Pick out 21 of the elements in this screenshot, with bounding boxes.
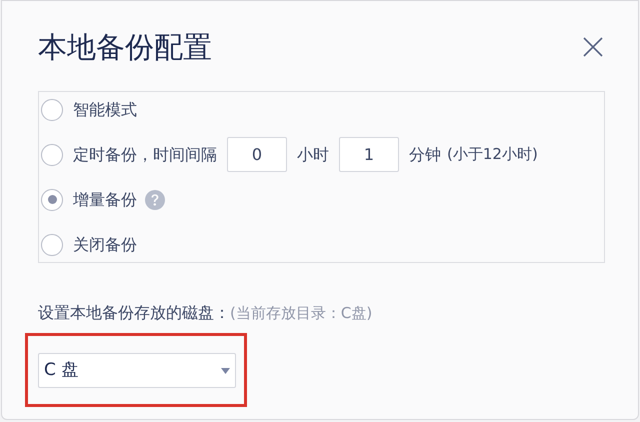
help-icon[interactable] xyxy=(145,190,165,210)
disk-dropdown[interactable]: C 盘 xyxy=(38,353,236,388)
unit-label: 分钟 xyxy=(409,144,441,166)
radio-button[interactable] xyxy=(41,234,63,256)
radio-button[interactable] xyxy=(41,144,63,166)
unit-label: 小时 xyxy=(297,144,329,166)
note-text: (小于12小时) xyxy=(447,144,538,166)
current-directory-text: (当前存放目录：C盘) xyxy=(230,302,372,324)
close-icon[interactable] xyxy=(582,36,604,58)
option-label: 增量备份 xyxy=(73,188,137,210)
dropdown-value: C 盘 xyxy=(44,358,78,382)
disk-label: 设置本地备份存放的磁盘： xyxy=(38,302,230,324)
dialog-title: 本地备份配置 xyxy=(38,29,212,66)
option-label: 定时备份，时间间隔 xyxy=(73,144,217,166)
hours-field[interactable]: 0 xyxy=(227,137,287,172)
radio-button[interactable] xyxy=(41,188,63,210)
radio-button[interactable] xyxy=(41,98,63,120)
minutes-field[interactable]: 1 xyxy=(339,137,399,172)
option-label: 智能模式 xyxy=(73,98,137,120)
option-label: 关闭备份 xyxy=(73,234,137,256)
caret-icon xyxy=(221,368,230,374)
